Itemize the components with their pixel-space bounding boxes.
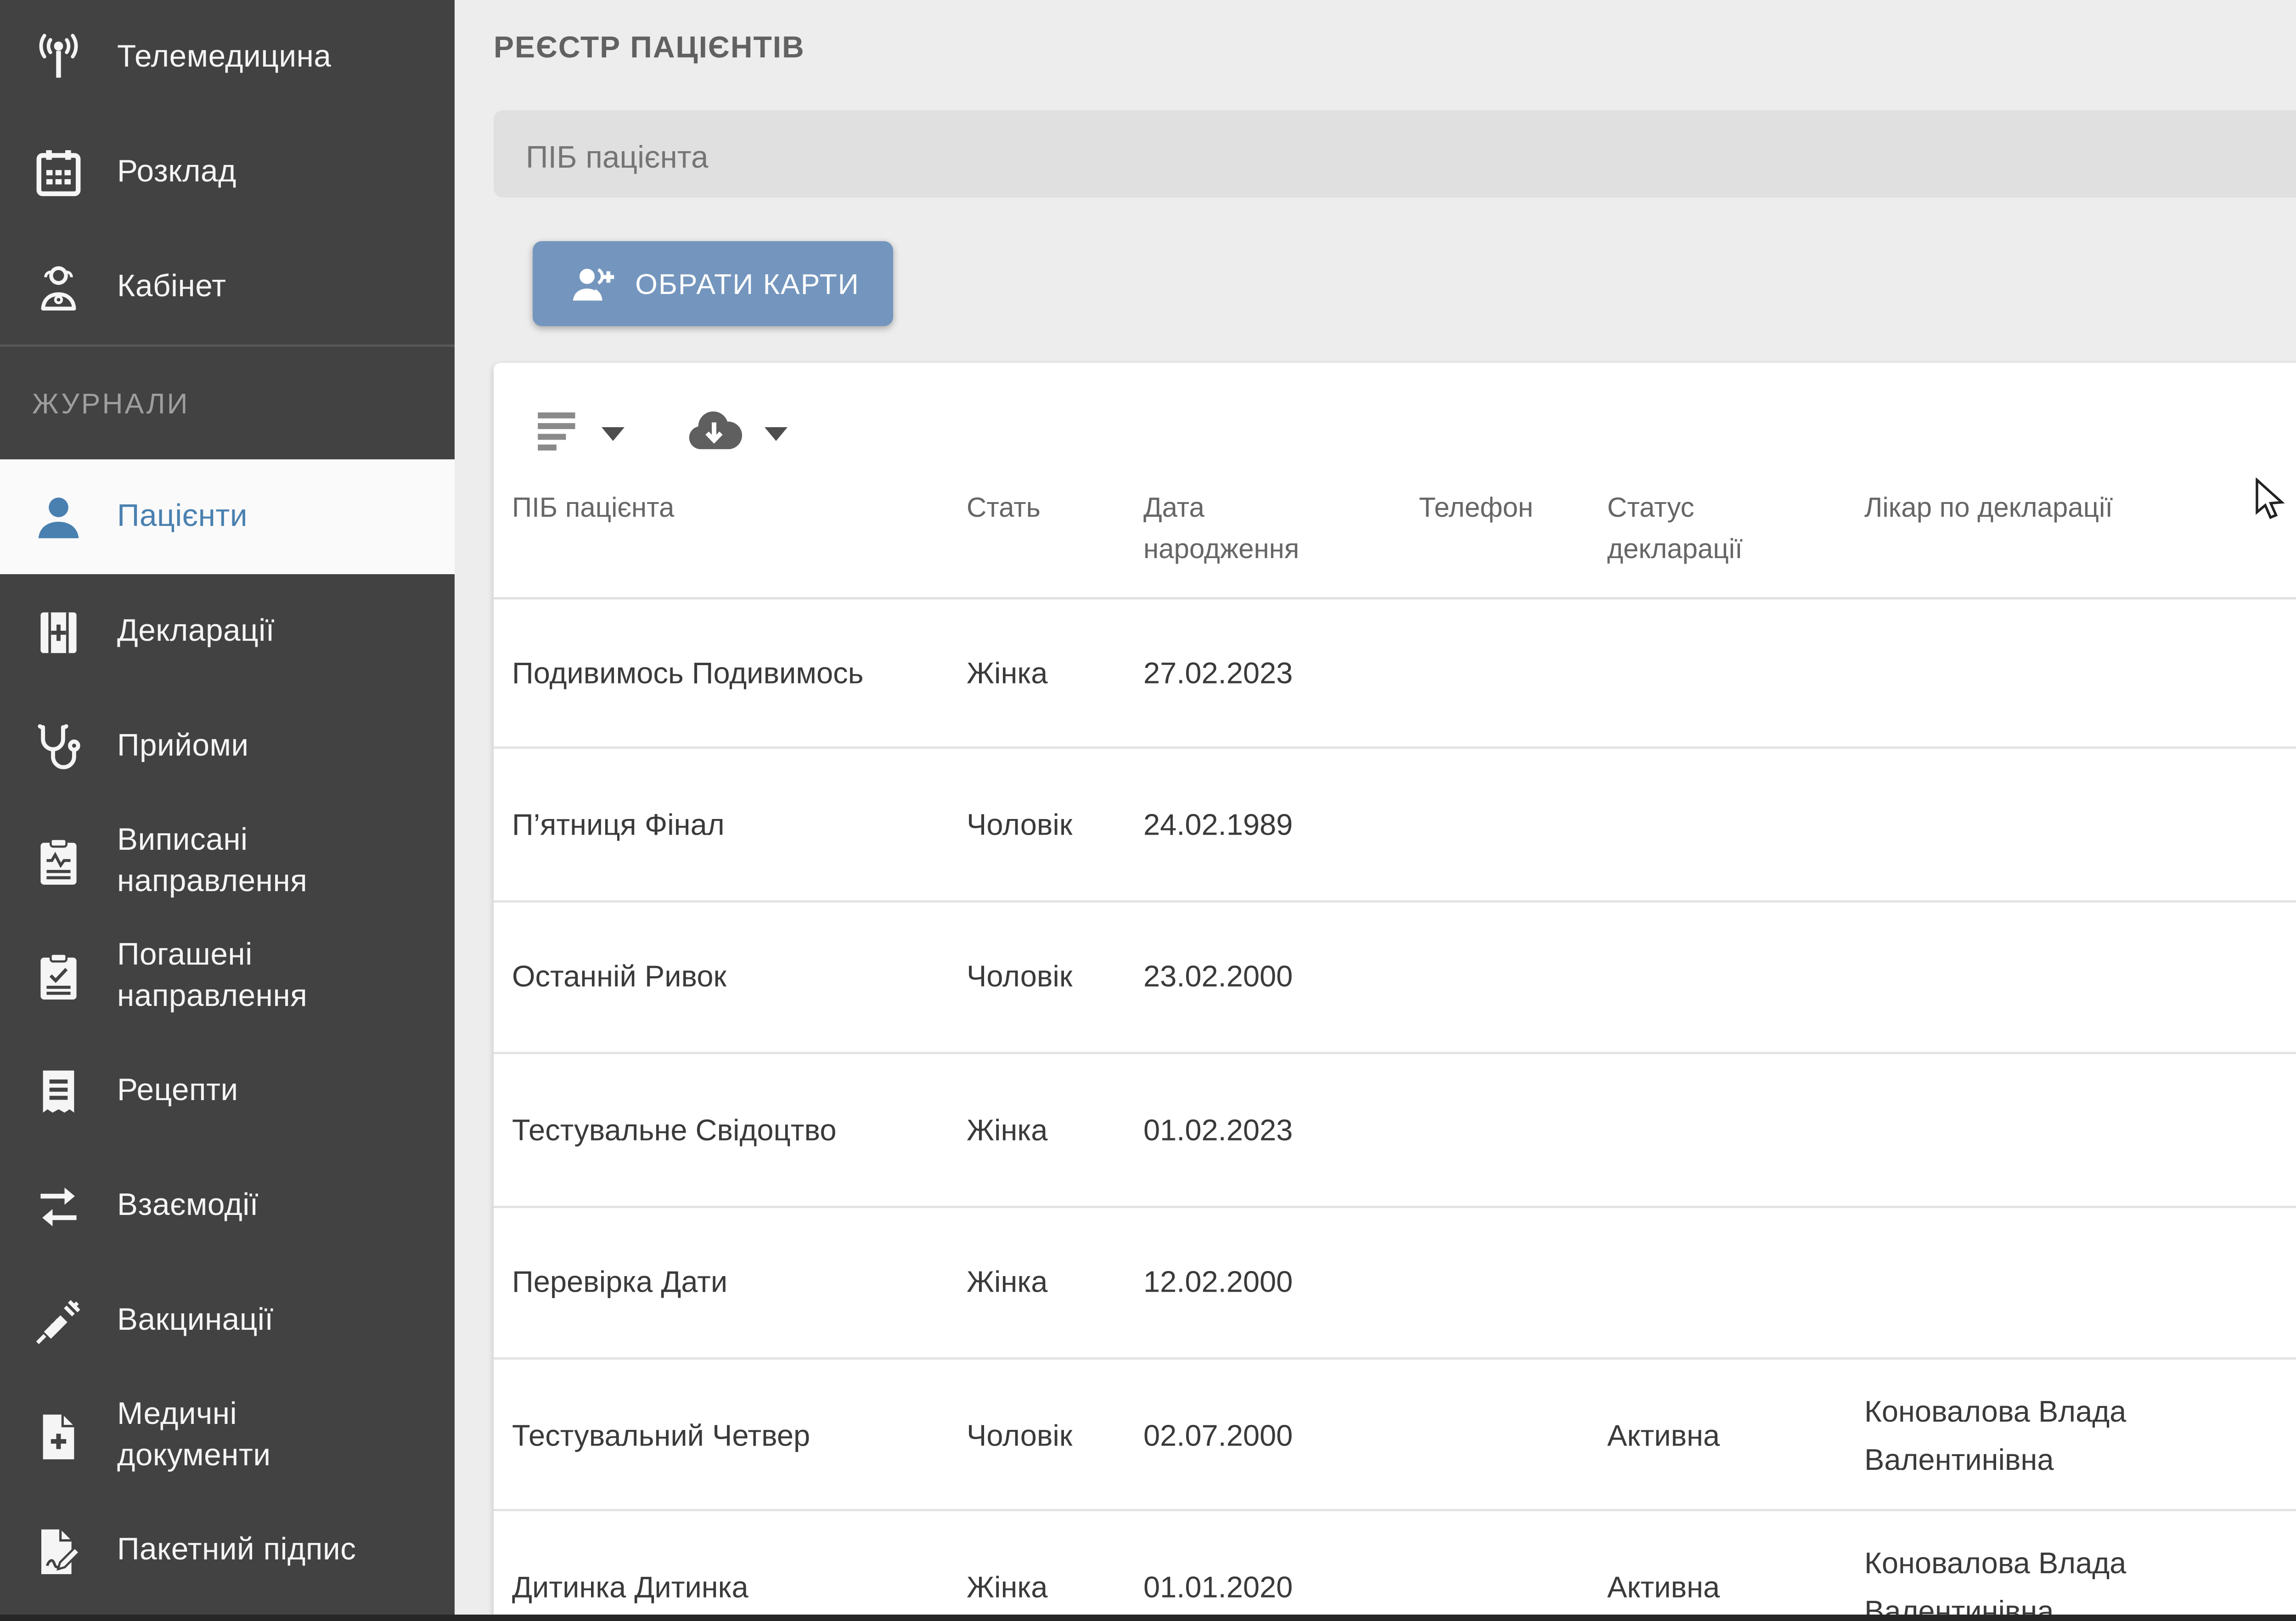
- cell-sex: Жінка: [967, 1563, 1127, 1611]
- cell-birth: 27.02.2023: [1143, 648, 1327, 696]
- sidebar-item-patients[interactable]: Пацієнти: [0, 459, 455, 574]
- cell-name: Дитинка Дитинка: [512, 1563, 948, 1611]
- sidebar-item-telemedicine[interactable]: Телемедицина: [0, 0, 455, 115]
- table-row[interactable]: Перевірка ДатиЖінка12.02.2000І280610Амбу…: [494, 1207, 2296, 1360]
- sidebar-item-declarations[interactable]: Декларації: [0, 574, 455, 689]
- table-row[interactable]: Тестувальне СвідоцтвоЖінка01.02.2023І280…: [494, 1055, 2296, 1207]
- cell-sex: Чоловік: [967, 801, 1127, 849]
- cell-name: Подивимось Подивимось: [512, 648, 948, 696]
- sidebar-item-recipes[interactable]: Рецепти: [0, 1034, 455, 1148]
- sidebar-item-label: Прийоми: [117, 726, 249, 767]
- sidebar-journal-items: Пацієнти Декларації Прийоми Виписані направ…: [0, 459, 455, 1608]
- table-row[interactable]: Тестувальний Четвер Чоловік 02.07.2000 Акти…: [494, 1360, 2296, 1512]
- sidebar-item-medical-documents[interactable]: Медичні документи: [0, 1378, 455, 1493]
- stethoscope-icon: [30, 718, 87, 775]
- sidebar-item-label: Декларації: [117, 611, 275, 652]
- table-row[interactable]: Подивимось ПодивимосьЖінка27.02.2023І280…: [494, 597, 2296, 750]
- doc-plus-icon: [30, 1407, 87, 1464]
- mouse-cursor-icon: [2255, 478, 2287, 524]
- cell-sex: Жінка: [967, 648, 1127, 696]
- cell-sex: Жінка: [967, 1258, 1127, 1306]
- sidebar-section-journals: ЖУРНАЛИ: [0, 347, 455, 459]
- cell-birth: 01.01.2020: [1143, 1563, 1327, 1611]
- sidebar-item-label: Телемедицина: [117, 37, 331, 78]
- receipt-icon: [30, 1062, 87, 1120]
- cell-birth: 01.02.2023: [1143, 1106, 1327, 1154]
- person-icon: [30, 488, 87, 546]
- cell-doctor: Коновалова Влада Валентинівна: [1864, 1539, 2163, 1621]
- doc-sign-icon: [30, 1522, 87, 1579]
- column-header-birth[interactable]: Дата народження: [1143, 489, 1327, 570]
- list-view-icon[interactable]: [530, 404, 590, 464]
- cell-birth: 24.02.1989: [1143, 801, 1327, 849]
- column-header-status[interactable]: Статус декларації: [1607, 489, 1802, 570]
- cell-birth: 12.02.2000: [1143, 1258, 1327, 1306]
- sidebar-item-vaccinations[interactable]: Вакцинації: [0, 1263, 455, 1378]
- cell-sex: Чоловік: [967, 1411, 1127, 1459]
- sidebar-item-label: Взаємодії: [117, 1185, 259, 1226]
- sidebar: Телемедицина Розклад Кабінет ЖУРНАЛИ Паціє…: [0, 0, 455, 1621]
- select-cards-label: ОБРАТИ КАРТИ: [635, 268, 860, 300]
- cell-status: Активна: [1607, 1411, 1802, 1459]
- screen-bottom-edge: [0, 1614, 2296, 1621]
- sidebar-item-label: Пакетний підпис: [117, 1530, 356, 1571]
- sidebar-item-schedule[interactable]: Розклад: [0, 115, 455, 230]
- declaration-icon: [30, 603, 87, 661]
- sidebar-item-label: Розклад: [117, 152, 236, 193]
- column-header-phone[interactable]: Телефон: [1419, 489, 1591, 530]
- person-add-icon: [566, 259, 617, 309]
- sidebar-item-label: Виписані направлення: [117, 820, 374, 903]
- cell-name: П’ятниця Фінал: [512, 801, 948, 849]
- patients-table-card: ПІБ пацієнта Стать Дата народження Телефон С…: [494, 363, 2296, 1621]
- search-input[interactable]: [521, 110, 2296, 202]
- select-cards-button[interactable]: ОБРАТИ КАРТИ: [533, 241, 893, 326]
- sidebar-item-label: Рецепти: [117, 1070, 238, 1112]
- calendar-icon: [30, 144, 87, 201]
- cell-name: Тестувальне Свідоцтво: [512, 1106, 948, 1154]
- table-row[interactable]: Останній РивокЧоловік23.02.2000І280627Ам…: [494, 902, 2296, 1055]
- sidebar-item-label: Погашені направлення: [117, 935, 374, 1017]
- sidebar-item-label: Кабінет: [117, 266, 226, 308]
- main-content: РЕЄСТР ПАЦІЄНТІВ ОБРАТИ КАРТИ Телемедици…: [455, 0, 2296, 1621]
- table-header-row: ПІБ пацієнта Стать Дата народження Телефон С…: [494, 471, 2296, 599]
- cell-doctor: Коновалова Влада Валентинівна: [1864, 1386, 2163, 1483]
- clipboard-pulse-icon: [30, 833, 87, 890]
- app-window: Телемедицина Розклад Кабінет ЖУРНАЛИ Паціє…: [0, 0, 2296, 1621]
- list-view-caret-icon[interactable]: [602, 427, 625, 441]
- sidebar-item-interactions[interactable]: Взаємодії: [0, 1148, 455, 1263]
- sidebar-item-label: Вакцинації: [117, 1300, 274, 1341]
- sidebar-item-batch-signature[interactable]: Пакетний підпис: [0, 1493, 455, 1608]
- column-header-doctor[interactable]: Лікар по декларації: [1864, 489, 2163, 530]
- cloud-download-icon[interactable]: [682, 400, 746, 464]
- clipboard-check-icon: [30, 948, 87, 1005]
- cell-sex: Чоловік: [967, 953, 1127, 1001]
- arrows-icon: [30, 1177, 87, 1235]
- sidebar-item-label: Медичні документи: [117, 1394, 374, 1477]
- page-title: РЕЄСТР ПАЦІЄНТІВ: [494, 30, 805, 64]
- sidebar-item-appointments[interactable]: Прийоми: [0, 689, 455, 804]
- column-header-name[interactable]: ПІБ пацієнта: [512, 489, 948, 530]
- syringe-icon: [30, 1292, 87, 1350]
- table-body: Подивимось ПодивимосьЖінка27.02.2023І280…: [494, 597, 2296, 1621]
- sidebar-item-cabinet[interactable]: Кабінет: [0, 230, 455, 345]
- sidebar-top-section: Телемедицина Розклад Кабінет: [0, 0, 455, 345]
- sidebar-item-label: Пацієнти: [117, 496, 248, 537]
- patient-search-field[interactable]: [494, 110, 2296, 198]
- cell-name: Тестувальний Четвер: [512, 1411, 948, 1459]
- column-header-sex[interactable]: Стать: [967, 489, 1127, 530]
- table-row[interactable]: Дитинка Дитинка Жінка 01.01.2020 Активна Кон…: [494, 1512, 2296, 1621]
- doctor-icon: [30, 259, 87, 316]
- cell-birth: 02.07.2000: [1143, 1411, 1327, 1459]
- cell-name: Останній Ривок: [512, 953, 948, 1001]
- cell-name: Перевірка Дати: [512, 1258, 948, 1306]
- export-caret-icon[interactable]: [765, 427, 788, 441]
- antenna-icon: [30, 29, 87, 86]
- sidebar-item-issued-referrals[interactable]: Виписані направлення: [0, 804, 455, 919]
- sidebar-item-redeemed-referrals[interactable]: Погашені направлення: [0, 919, 455, 1034]
- cell-sex: Жінка: [967, 1106, 1127, 1154]
- table-row[interactable]: П’ятниця ФіналЧоловік24.02.1989І280632Ам…: [494, 750, 2296, 902]
- cell-birth: 23.02.2000: [1143, 953, 1327, 1001]
- cell-status: Активна: [1607, 1563, 1802, 1611]
